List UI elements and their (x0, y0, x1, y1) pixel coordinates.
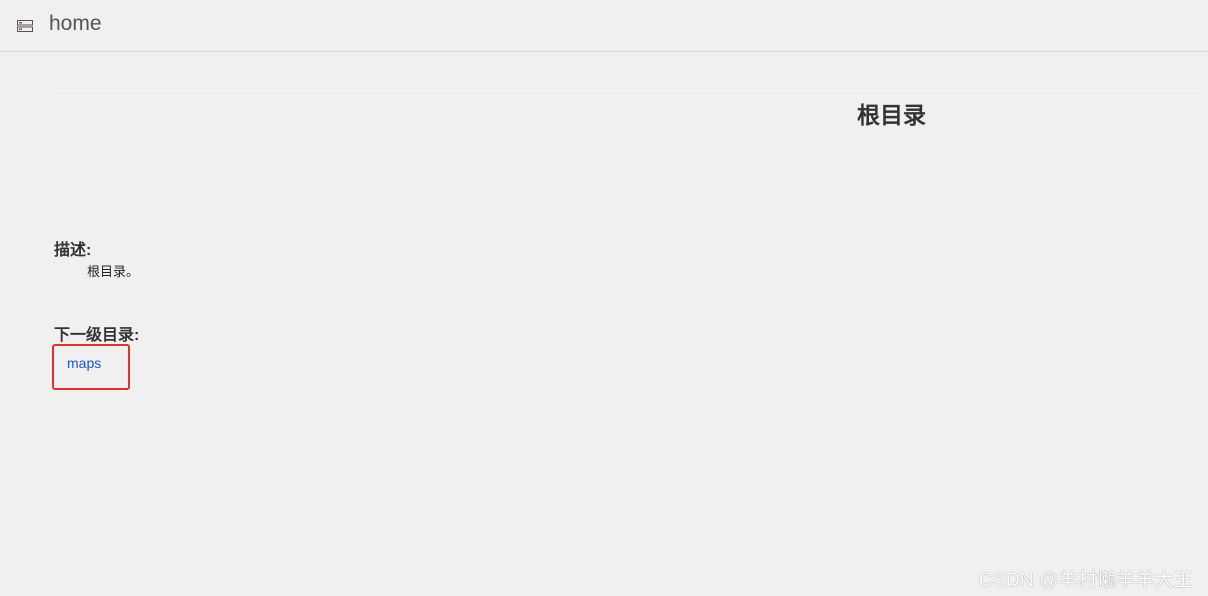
folder-heading: 根目录 (857, 102, 926, 128)
subdirectory-link-maps[interactable]: maps (67, 355, 101, 371)
watermark: CSDN @羊村懒羊羊大王 (978, 570, 1193, 591)
header-bar: home (0, 0, 1208, 52)
description-text: 根目录。 (87, 264, 140, 279)
subdirectory-list: maps (52, 344, 130, 390)
server-icon (17, 19, 33, 32)
subdirectories-label: 下一级目录: (54, 327, 140, 344)
page-title: home (49, 12, 102, 35)
divider (55, 95, 1205, 96)
description-label: 描述: (54, 242, 92, 259)
page: home 根目录 描述: 根目录。 下一级目录: maps CSDN @羊村懒羊… (0, 0, 1208, 596)
